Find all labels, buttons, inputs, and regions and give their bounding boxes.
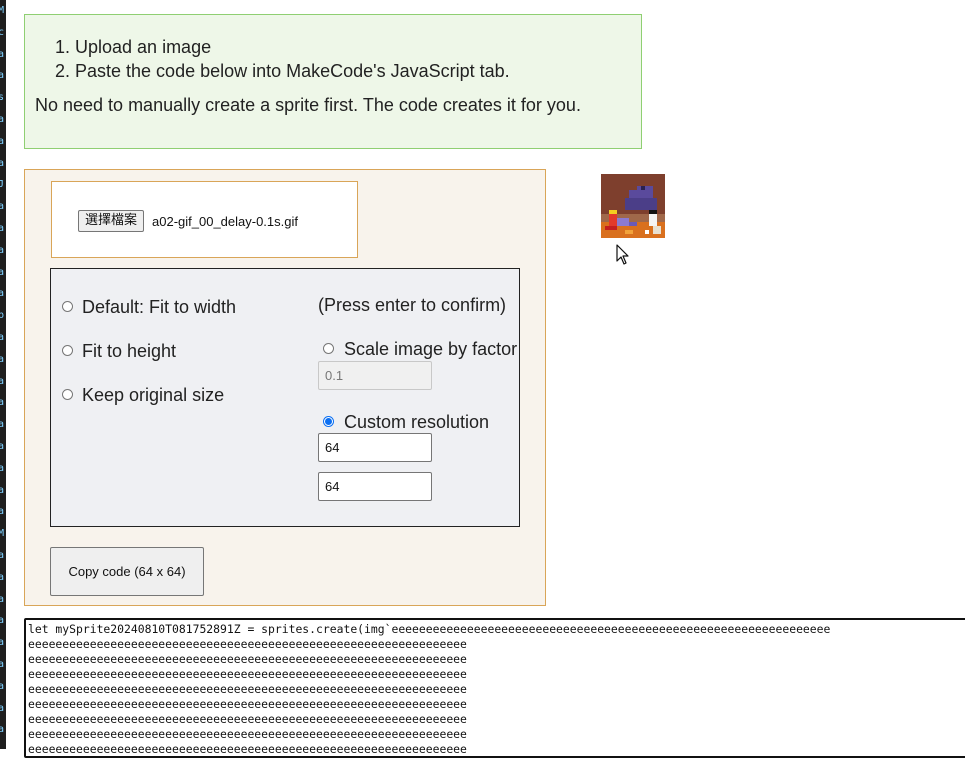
instructions-note: No need to manually create a sprite firs… <box>35 95 581 115</box>
background-editor-strip: McaasaaaJaaaaabaaaaaaaaaMaaaaaaaaa <box>0 0 6 749</box>
file-upload-box: 選擇檔案 a02-gif_00_delay-0.1s.gif <box>51 181 358 258</box>
scale-factor-input[interactable]: 0.1 <box>318 361 432 390</box>
selected-file-name: a02-gif_00_delay-0.1s.gif <box>152 214 298 229</box>
fit-height-label[interactable]: Fit to height <box>82 341 176 362</box>
code-line: eeeeeeeeeeeeeeeeeeeeeeeeeeeeeeeeeeeeeeee… <box>28 712 467 726</box>
code-line: eeeeeeeeeeeeeeeeeeeeeeeeeeeeeeeeeeeeeeee… <box>28 667 467 681</box>
instruction-step: Paste the code below into MakeCode's Jav… <box>75 59 641 83</box>
custom-resolution-label[interactable]: Custom resolution <box>344 412 489 433</box>
fit-width-radio[interactable] <box>62 301 73 312</box>
scale-factor-label[interactable]: Scale image by factor <box>344 339 517 360</box>
code-line: eeeeeeeeeeeeeeeeeeeeeeeeeeeeeeeeeeeeeeee… <box>28 697 467 711</box>
fit-height-radio[interactable] <box>62 345 73 356</box>
instruction-step: Upload an image <box>75 35 641 59</box>
instructions-box: Upload an image Paste the code below int… <box>24 14 642 149</box>
converter-panel: 選擇檔案 a02-gif_00_delay-0.1s.gif Default: … <box>24 169 546 606</box>
code-line: eeeeeeeeeeeeeeeeeeeeeeeeeeeeeeeeeeeeeeee… <box>28 652 467 666</box>
code-line: eeeeeeeeeeeeeeeeeeeeeeeeeeeeeeeeeeeeeeee… <box>28 742 467 756</box>
code-line: eeeeeeeeeeeeeeeeeeeeeeeeeeeeeeeeeeeeeeee… <box>28 727 467 741</box>
custom-width-input[interactable]: 64 <box>318 433 432 462</box>
code-line: eeeeeeeeeeeeeeeeeeeeeeeeeeeeeeeeeeeeeeee… <box>28 682 467 696</box>
keep-original-label[interactable]: Keep original size <box>82 385 224 406</box>
press-enter-hint: (Press enter to confirm) <box>318 295 507 315</box>
choose-file-button[interactable]: 選擇檔案 <box>78 210 145 232</box>
sprite-preview-pixels <box>601 174 665 238</box>
resize-options-box: Default: Fit to width Fit to height Keep… <box>50 268 520 527</box>
sprite-preview-image <box>601 174 665 238</box>
fit-width-label[interactable]: Default: Fit to width <box>82 297 236 318</box>
code-line: eeeeeeeeeeeeeeeeeeeeeeeeeeeeeeeeeeeeeeee… <box>28 637 467 651</box>
instructions-list: Upload an image Paste the code below int… <box>25 35 641 83</box>
code-line: let mySprite20240810T081752891Z = sprite… <box>28 622 831 636</box>
mouse-pointer-icon <box>616 244 630 271</box>
generated-code-textarea[interactable]: let mySprite20240810T081752891Z = sprite… <box>24 618 965 758</box>
custom-height-input[interactable]: 64 <box>318 472 432 501</box>
scale-factor-radio[interactable] <box>323 343 334 354</box>
custom-resolution-radio[interactable] <box>323 416 334 427</box>
copy-code-button[interactable]: Copy code (64 x 64) <box>50 547 204 596</box>
keep-original-radio[interactable] <box>62 389 73 400</box>
